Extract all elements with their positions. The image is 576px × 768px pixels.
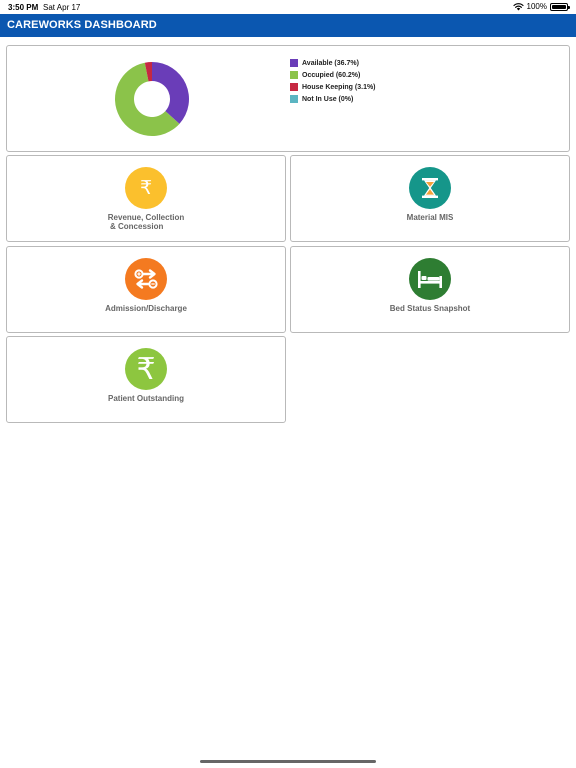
svg-text:₹: ₹	[140, 177, 152, 199]
svg-text:₹: ₹	[136, 355, 155, 383]
legend-item-not-in-use: Not In Use (0%)	[290, 93, 376, 105]
donut-slice-available	[152, 62, 189, 124]
bed-occupancy-chart-card: Available (36.7%) Occupied (60.2%) House K…	[6, 45, 570, 152]
hourglass-icon	[409, 167, 451, 209]
battery-icon	[550, 2, 570, 11]
status-date: Sat Apr 17	[43, 3, 81, 12]
admission-discharge-icon	[125, 258, 167, 300]
material-mis-tile[interactable]: Material MIS	[290, 155, 570, 242]
app-header: CAREWORKS DASHBOARD	[0, 14, 576, 37]
bed-status-snapshot-tile[interactable]: Bed Status Snapshot	[290, 246, 570, 333]
admission-discharge-tile[interactable]: Admission/Discharge	[6, 246, 286, 333]
revenue-collection-concession-tile[interactable]: ₹ Revenue, Collection & Concession	[6, 155, 286, 242]
rupee-icon: ₹	[125, 348, 167, 390]
status-bar: 3:50 PM Sat Apr 17 100%	[0, 0, 576, 14]
tile-label: Admission/Discharge	[105, 304, 187, 313]
legend-item-house-keeping: House Keeping (3.1%)	[290, 81, 376, 93]
tile-label: Bed Status Snapshot	[389, 304, 471, 313]
home-indicator[interactable]	[200, 760, 376, 763]
patient-outstanding-tile[interactable]: ₹ Patient Outstanding	[6, 336, 286, 423]
legend-label: Available (36.7%)	[302, 59, 359, 67]
legend-swatch	[290, 95, 298, 103]
bed-icon	[409, 258, 451, 300]
tile-label: Material MIS	[406, 213, 454, 222]
legend-swatch	[290, 71, 298, 79]
legend-item-available: Available (36.7%)	[290, 57, 376, 69]
legend-item-occupied: Occupied (60.2%)	[290, 69, 376, 81]
legend-swatch	[290, 83, 298, 91]
legend-label: Occupied (60.2%)	[302, 71, 361, 79]
wifi-icon	[512, 3, 524, 11]
battery-level	[552, 4, 566, 9]
status-time: 3:50 PM	[8, 3, 39, 12]
bed-occupancy-donut-chart	[115, 62, 189, 137]
status-indicators: 100%	[512, 2, 570, 11]
tile-label: Revenue, Collection & Concession	[107, 213, 185, 231]
rupee-icon: ₹	[125, 167, 167, 209]
page-title: CAREWORKS DASHBOARD	[7, 19, 157, 31]
tile-label: Patient Outstanding	[108, 394, 184, 403]
legend-swatch	[290, 59, 298, 67]
battery-percentage: 100%	[526, 2, 547, 11]
chart-legend: Available (36.7%) Occupied (60.2%) House K…	[290, 57, 376, 105]
legend-label: Not In Use (0%)	[302, 95, 354, 103]
legend-label: House Keeping (3.1%)	[302, 83, 376, 91]
